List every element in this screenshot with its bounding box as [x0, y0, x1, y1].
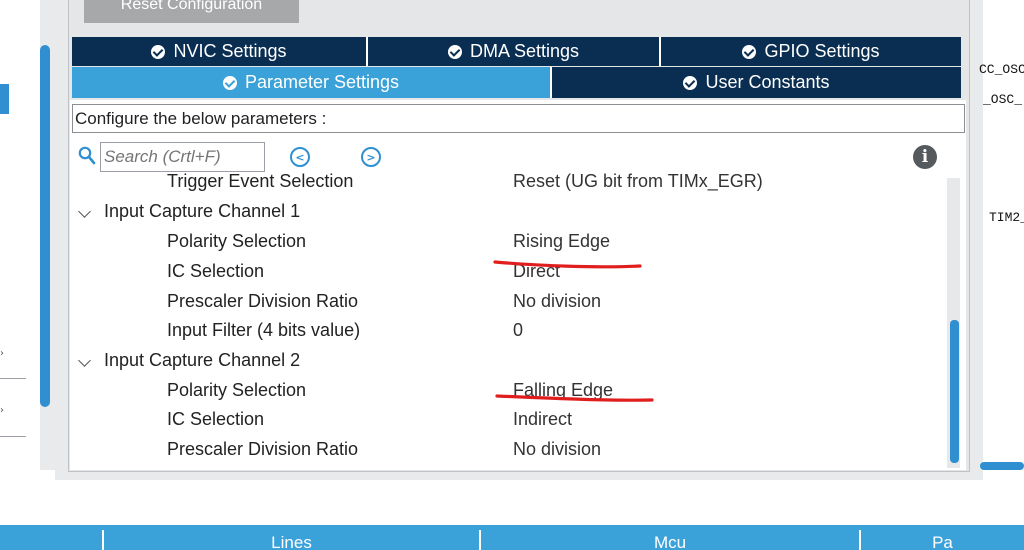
parameter-value[interactable]: Reset (UG bit from TIMx_EGR) — [513, 172, 763, 194]
chevron-right-icon[interactable]: › — [0, 405, 4, 416]
tab-parameter-settings[interactable]: Parameter Settings — [72, 67, 552, 98]
parameter-label: Input Filter (4 bits value) — [167, 320, 361, 340]
parameter-list: Trigger Event Selection Reset (UG bit fr… — [70, 172, 946, 468]
tab-label: Parameter Settings — [244, 72, 400, 92]
parameter-row[interactable]: Prescaler Division Ratio No division — [70, 288, 946, 318]
parameter-value[interactable]: Direct — [513, 258, 560, 284]
search-icon[interactable] — [78, 146, 96, 166]
tab-dma-settings[interactable]: DMA Settings — [368, 37, 661, 66]
parameter-row[interactable]: Polarity Selection Rising Edge — [70, 228, 946, 258]
tab-nvic-settings[interactable]: NVIC Settings — [72, 37, 368, 66]
tab-label: User Constants — [705, 72, 830, 92]
chevron-right-icon[interactable]: › — [0, 348, 4, 359]
bottom-tab[interactable] — [0, 530, 104, 550]
parameter-row[interactable]: Prescaler Division Ratio No division — [70, 436, 946, 466]
parameter-row[interactable]: IC Selection Direct — [70, 258, 946, 288]
left-divider — [0, 436, 26, 437]
left-divider — [0, 378, 26, 379]
parameter-row[interactable]: Polarity Selection Falling Edge — [70, 377, 946, 407]
left-panel-content — [0, 0, 40, 470]
bottom-tab-pa[interactable]: Pa — [861, 530, 1024, 550]
parameter-row[interactable]: Trigger Event Selection Reset (UG bit fr… — [70, 172, 946, 198]
parameter-value[interactable]: Rising Edge — [513, 228, 610, 254]
pin-label[interactable]: CC_OSC — [979, 62, 1024, 77]
tab-label: DMA Settings — [469, 41, 580, 61]
parameter-label: Trigger Event Selection — [167, 172, 354, 191]
parameter-group-label: Input Capture Channel 1 — [104, 201, 301, 221]
bottom-gap — [0, 480, 1024, 525]
parameter-row[interactable]: Input Filter (4 bits value) 0 — [70, 317, 946, 347]
tab-gpio-settings[interactable]: GPIO Settings — [661, 37, 961, 66]
check-circle-icon — [742, 44, 757, 59]
left-panel-scrollbar[interactable] — [40, 45, 50, 407]
parameter-value[interactable]: No division — [513, 288, 601, 314]
parameter-value[interactable]: No division — [513, 436, 601, 462]
chevron-down-icon[interactable] — [78, 205, 91, 218]
chevron-right-circle-icon[interactable]: > — [361, 147, 381, 167]
parameter-row[interactable]: IC Selection Indirect — [70, 406, 946, 436]
chevron-left-circle-icon[interactable]: < — [290, 147, 310, 167]
parameter-group-row[interactable]: Input Capture Channel 2 — [70, 347, 946, 377]
tab-user-constants[interactable]: User Constants — [552, 67, 961, 98]
bottom-tab-mcu[interactable]: Mcu — [481, 530, 861, 550]
parameter-label: Polarity Selection — [167, 231, 307, 251]
tab-label: NVIC Settings — [173, 41, 287, 61]
parameter-scrollbar-thumb[interactable] — [950, 320, 959, 463]
parameter-label: Polarity Selection — [167, 380, 307, 400]
bottom-tab-lines[interactable]: Lines — [104, 530, 481, 550]
parameter-label: Prescaler Division Ratio — [167, 439, 359, 459]
tab-label: GPIO Settings — [764, 41, 880, 61]
check-circle-icon — [447, 44, 462, 59]
parameter-value[interactable]: Indirect — [513, 406, 572, 432]
parameter-value[interactable]: 0 — [513, 317, 523, 343]
reset-configuration-button[interactable]: Reset Configuration — [84, 0, 299, 23]
parameter-group-label: Input Capture Channel 2 — [104, 350, 301, 370]
check-circle-icon — [151, 44, 166, 59]
check-circle-icon — [683, 75, 698, 90]
chevron-down-icon[interactable] — [78, 354, 91, 367]
parameter-label: Prescaler Division Ratio — [167, 291, 359, 311]
configure-description: Configure the below parameters : — [72, 104, 965, 133]
search-input[interactable] — [100, 142, 265, 172]
check-circle-icon — [222, 75, 237, 90]
parameter-group-row[interactable]: Input Capture Channel 1 — [70, 198, 946, 228]
parameter-label: IC Selection — [167, 261, 265, 281]
parameter-label: IC Selection — [167, 409, 265, 429]
pin-label[interactable]: TIM2_ — [989, 210, 1024, 225]
left-panel-selection-marker[interactable] — [0, 84, 9, 114]
parameter-value[interactable]: Falling Edge — [513, 377, 613, 403]
right-panel-scrollbar[interactable] — [980, 462, 1024, 470]
info-icon[interactable]: i — [913, 145, 937, 169]
pin-label[interactable]: _OSC_ — [983, 92, 1022, 107]
